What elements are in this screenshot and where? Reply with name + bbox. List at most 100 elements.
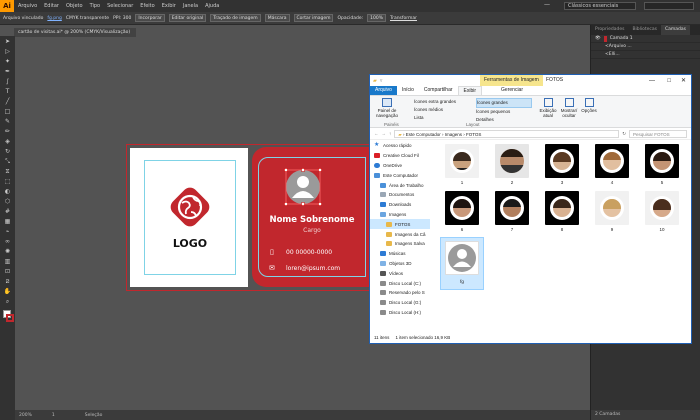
image-trace-button[interactable]: Traçado de imagem — [210, 14, 261, 22]
stroke-swatch[interactable] — [6, 314, 14, 322]
graph-tool-icon[interactable]: ▥ — [3, 258, 12, 266]
close-button[interactable]: ✕ — [681, 77, 686, 84]
view-medium-icons[interactable]: Ícones médios — [414, 106, 474, 114]
line-tool-icon[interactable]: ╱ — [3, 98, 12, 106]
file-item[interactable]: 4 — [590, 144, 634, 188]
address-bar[interactable]: ▰ › Este Computador › Imagens › FOTOS — [394, 129, 620, 138]
nav-item-imagens-salvas[interactable]: Imagens Salva — [370, 239, 430, 249]
file-item[interactable]: 1 — [440, 144, 484, 188]
width-tool-icon[interactable]: ⧖ — [3, 168, 12, 176]
breadcrumb-imagens[interactable]: Imagens — [445, 132, 462, 137]
edit-original-button[interactable]: Editar original — [168, 14, 207, 22]
type-tool-icon[interactable]: T — [3, 88, 12, 96]
breadcrumb-este-computador[interactable]: Este Computador — [406, 132, 441, 137]
document-tab[interactable]: cartão de visitas.ai* @ 200% (CMYK/Visua… — [14, 28, 136, 37]
view-large-icons[interactable]: Ícones grandes — [476, 98, 532, 108]
view-extra-large-icons[interactable]: Ícones extra grandes — [414, 98, 474, 106]
tab-properties[interactable]: Propriedades — [591, 25, 628, 35]
file-item[interactable]: 5 — [640, 144, 684, 188]
shape-builder-icon[interactable]: ◐ — [3, 188, 12, 196]
current-view-button[interactable]: Exibição atual — [538, 98, 558, 118]
curvature-tool-icon[interactable]: ∫ — [3, 78, 12, 86]
menu-exibir[interactable]: Exibir — [162, 3, 176, 9]
quick-access-toolbar-icon[interactable]: ▿ — [380, 78, 383, 84]
card-front[interactable]: LOGO — [130, 148, 248, 287]
options-button[interactable]: Opções — [580, 98, 598, 113]
pen-tool-icon[interactable]: ✒ — [3, 68, 12, 76]
layer-row[interactable]: 👁 Camada 1 — [591, 35, 700, 43]
forward-arrow-icon[interactable]: → — [382, 131, 387, 136]
nav-item-imagens[interactable]: Imagens — [370, 210, 430, 220]
zoom-tool-icon[interactable]: ⌕ — [3, 298, 12, 306]
direct-selection-tool-icon[interactable]: ▷ — [3, 48, 12, 56]
nav-item-este-computador[interactable]: Este Computador — [370, 170, 430, 180]
crop-image-button[interactable]: Cortar imagem — [293, 14, 334, 22]
nav-item-creative-cloud[interactable]: Creative Cloud Fil — [370, 151, 430, 161]
tab-exibir[interactable]: Exibir — [457, 85, 483, 96]
symbol-sprayer-icon[interactable]: ✺ — [3, 248, 12, 256]
opacity-value[interactable]: 100% — [367, 14, 386, 22]
tab-inicio[interactable]: Início — [397, 86, 419, 95]
menu-efeito[interactable]: Efeito — [140, 3, 154, 9]
pencil-tool-icon[interactable]: ✏ — [3, 128, 12, 136]
scale-tool-icon[interactable]: ⤡ — [3, 158, 12, 166]
nav-item-acesso-rapido[interactable]: ★ Acesso rápido — [370, 141, 430, 151]
gradient-tool-icon[interactable]: ▦ — [3, 218, 12, 226]
menu-arquivo[interactable]: Arquivo — [18, 3, 37, 9]
minimize-button[interactable]: — — [544, 1, 550, 8]
linked-file-name[interactable]: fg.png — [47, 16, 61, 21]
file-item[interactable]: 7 — [490, 191, 534, 235]
menu-tipo[interactable]: Tipo — [90, 3, 101, 9]
tab-libraries[interactable]: Bibliotecas — [628, 25, 661, 35]
rectangle-tool-icon[interactable]: □ — [3, 108, 12, 116]
layer-row[interactable]: <Arquivo ... — [591, 43, 700, 51]
menu-ajuda[interactable]: Ajuda — [205, 3, 219, 9]
nav-item-area-de-trabalho[interactable]: Área de Trabalho — [370, 180, 430, 190]
view-details[interactable]: Detalhes — [476, 116, 532, 124]
show-hide-button[interactable]: Mostrar/ ocultar — [558, 98, 580, 118]
zoom-level[interactable]: 200% — [19, 413, 32, 418]
rotate-tool-icon[interactable]: ↻ — [3, 148, 12, 156]
card-back[interactable]: Nome Sobrenome Cargo ▯ 00 00000-0000 ✉ l… — [252, 147, 372, 287]
tab-layers[interactable]: Camadas — [661, 25, 691, 35]
file-item-selected[interactable]: fg — [440, 237, 484, 290]
workspace-switcher[interactable]: Clássicos essenciais — [564, 2, 636, 10]
search-input[interactable] — [644, 2, 694, 10]
explorer-search-input[interactable]: Pesquisar FOTOS — [629, 129, 687, 138]
back-arrow-icon[interactable]: ← — [374, 131, 379, 136]
file-item[interactable]: 3 — [540, 144, 584, 188]
slice-tool-icon[interactable]: ⧄ — [3, 278, 12, 286]
nav-item-imagens-camera[interactable]: Imagens da Câ — [370, 229, 430, 239]
nav-item-disco-c[interactable]: Disco Local (C:) — [370, 278, 430, 288]
layer-row[interactable]: <Elli... — [591, 51, 700, 59]
mask-button[interactable]: Máscara — [264, 14, 290, 22]
up-arrow-icon[interactable]: ↑ — [389, 131, 391, 136]
perspective-grid-icon[interactable]: ⬡ — [3, 198, 12, 206]
breadcrumb-fotos[interactable]: FOTOS — [466, 132, 481, 137]
nav-item-downloads[interactable]: Downloads — [370, 200, 430, 210]
nav-item-disco-h[interactable]: Disco Local (H:) — [370, 308, 430, 318]
transform-link[interactable]: Transformar — [390, 16, 417, 21]
menu-janela[interactable]: Janela — [183, 3, 198, 9]
nav-item-onedrive[interactable]: OneDrive — [370, 161, 430, 171]
nav-item-documentos[interactable]: Documentos — [370, 190, 430, 200]
menu-objeto[interactable]: Objeto — [66, 3, 83, 9]
eraser-tool-icon[interactable]: ◈ — [3, 138, 12, 146]
file-item[interactable]: 2 — [490, 144, 534, 188]
hand-tool-icon[interactable]: ✋ — [3, 288, 12, 296]
artboard-tool-icon[interactable]: ⊡ — [3, 268, 12, 276]
minimize-button[interactable]: — — [649, 78, 655, 84]
blend-tool-icon[interactable]: ∞ — [3, 238, 12, 246]
nav-item-disco-g[interactable]: Disco Local (G:) — [370, 298, 430, 308]
selection-tool-icon[interactable]: ➤ — [3, 38, 12, 46]
brush-tool-icon[interactable]: ✎ — [3, 118, 12, 126]
eye-icon[interactable]: 👁 — [595, 36, 601, 41]
embed-button[interactable]: Incorporar — [135, 14, 165, 22]
file-item[interactable]: 6 — [440, 191, 484, 235]
file-item[interactable]: 8 — [540, 191, 584, 235]
nav-item-fotos[interactable]: FOTOS — [370, 219, 430, 230]
maximize-button[interactable]: □ — [667, 78, 671, 84]
tab-compartilhar[interactable]: Compartilhar — [419, 86, 458, 95]
artboard-number[interactable]: 1 — [52, 413, 55, 418]
file-item[interactable]: 9 — [590, 191, 634, 235]
